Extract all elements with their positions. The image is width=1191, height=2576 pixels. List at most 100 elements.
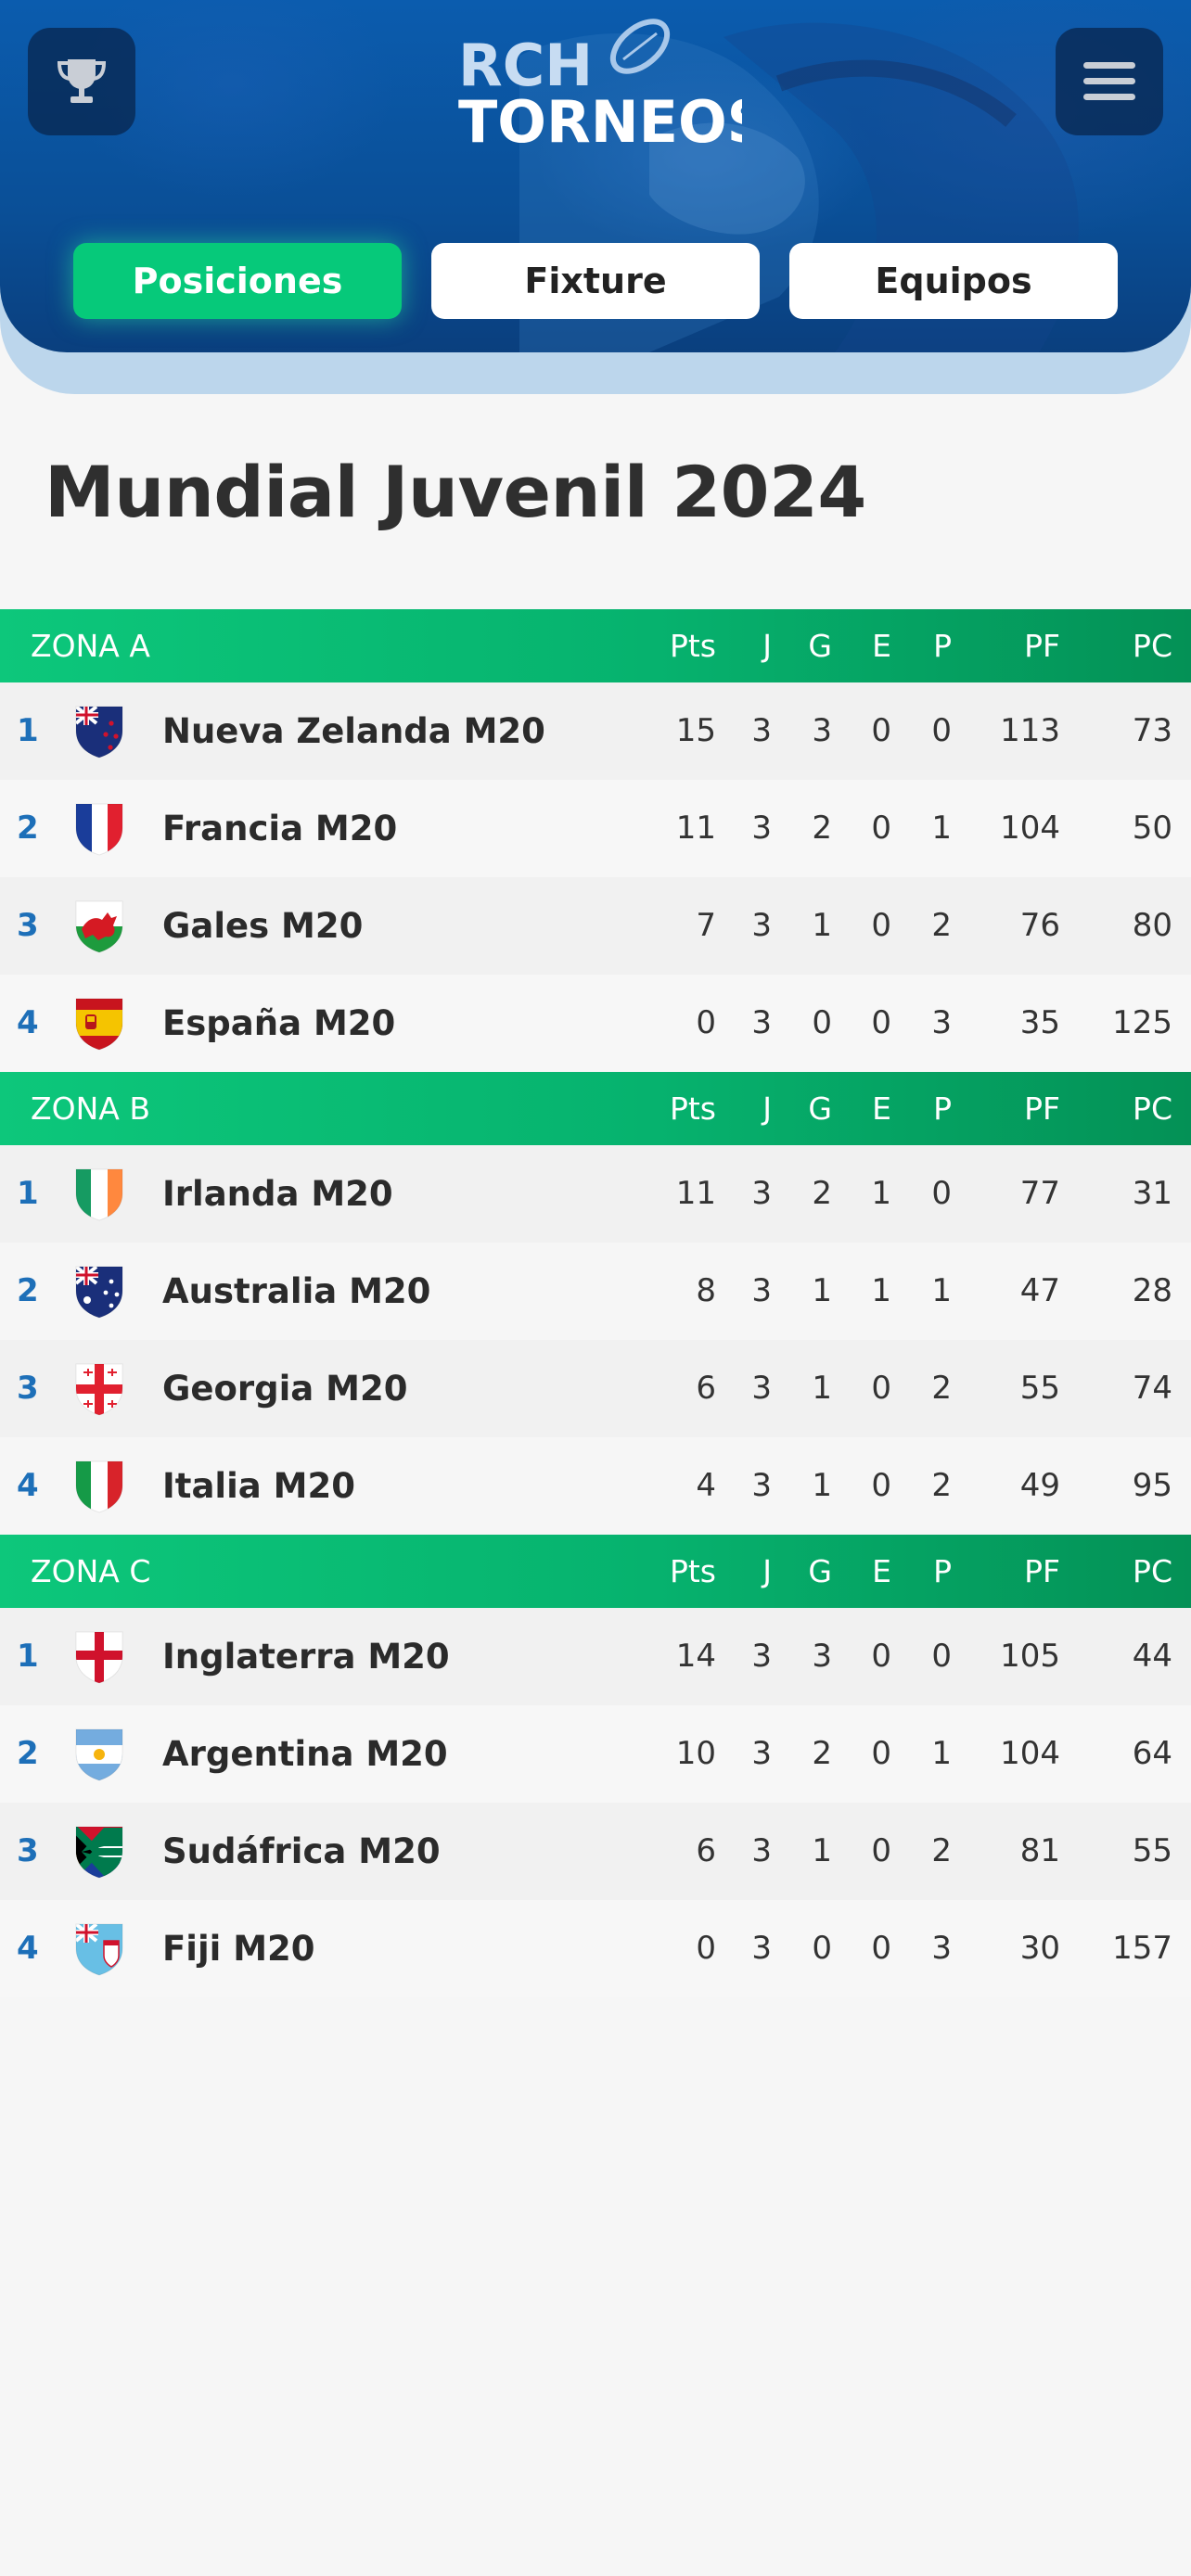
team-name[interactable]: Sudáfrica M20 <box>162 1803 441 1900</box>
stat-p: 3 <box>931 1930 952 1967</box>
stat-j: 3 <box>751 1638 772 1675</box>
stat-pf: 105 <box>1000 1638 1060 1675</box>
header-banner: RCH TORNEOS Posiciones Fixture Equipos <box>0 0 1191 352</box>
stat-g: 3 <box>812 1638 832 1675</box>
column-header-g: G <box>808 1553 832 1589</box>
stat-pc: 64 <box>1132 1735 1172 1772</box>
standings-row[interactable]: 4 Fiji M20 0 3 0 0 3 30 157 <box>0 1900 1191 1997</box>
standings-row[interactable]: 1 Irlanda M20 11 3 2 1 0 77 31 <box>0 1145 1191 1243</box>
stat-pts: 11 <box>675 810 716 847</box>
spain-flag-icon <box>72 995 126 1051</box>
stat-e: 0 <box>871 1467 891 1504</box>
column-header-e: E <box>872 1553 891 1589</box>
standings-row[interactable]: 2 Argentina M20 10 3 2 0 1 104 64 <box>0 1705 1191 1803</box>
standings-row[interactable]: 2 Francia M20 11 3 2 0 1 104 50 <box>0 780 1191 877</box>
zone-header: ZONA A Pts J G E P PF PC <box>0 609 1191 682</box>
stat-pf: 76 <box>1019 907 1060 944</box>
stat-pc: 73 <box>1132 712 1172 749</box>
team-name[interactable]: Australia M20 <box>162 1243 430 1340</box>
stat-j: 3 <box>751 810 772 847</box>
trophy-button[interactable] <box>28 28 135 135</box>
team-name[interactable]: Gales M20 <box>162 877 363 975</box>
column-header-pts: Pts <box>669 628 716 664</box>
stat-pf: 47 <box>1019 1272 1060 1309</box>
stat-pf: 35 <box>1019 1004 1060 1041</box>
stat-j: 3 <box>751 1175 772 1212</box>
rch-torneos-logo[interactable]: RCH TORNEOS <box>455 9 768 158</box>
position-number: 2 <box>17 1272 39 1309</box>
team-name[interactable]: Georgia M20 <box>162 1340 407 1437</box>
stat-j: 3 <box>751 907 772 944</box>
england-flag-icon <box>72 1628 126 1684</box>
stat-e: 0 <box>871 712 891 749</box>
stat-g: 1 <box>812 1832 832 1869</box>
column-header-pf: PF <box>1024 1553 1060 1589</box>
stat-pf: 104 <box>1000 1735 1060 1772</box>
team-name[interactable]: Francia M20 <box>162 780 397 877</box>
column-header-p: P <box>933 1090 952 1127</box>
georgia-flag-icon <box>72 1360 126 1416</box>
column-header-p: P <box>933 628 952 664</box>
tab-equipos[interactable]: Equipos <box>789 243 1118 319</box>
zone-title: ZONA C <box>31 1553 151 1589</box>
standings-row[interactable]: 3 Sudáfrica M20 6 3 1 0 2 81 55 <box>0 1803 1191 1900</box>
stat-p: 0 <box>931 1175 952 1212</box>
column-header-e: E <box>872 1090 891 1127</box>
menu-button[interactable] <box>1056 28 1163 135</box>
stat-pc: 157 <box>1112 1930 1172 1967</box>
team-name[interactable]: Fiji M20 <box>162 1900 315 1997</box>
tab-fixture[interactable]: Fixture <box>431 243 760 319</box>
position-number: 1 <box>17 712 39 749</box>
stat-j: 3 <box>751 1735 772 1772</box>
team-name[interactable]: Irlanda M20 <box>162 1145 393 1243</box>
column-header-pc: PC <box>1133 628 1172 664</box>
zone-header: ZONA B Pts J G E P PF PC <box>0 1072 1191 1145</box>
app-header: RCH TORNEOS Posiciones Fixture Equipos <box>0 0 1191 399</box>
standings-row[interactable]: 1 Nueva Zelanda M20 15 3 3 0 0 113 73 <box>0 682 1191 780</box>
stat-p: 2 <box>931 1370 952 1407</box>
stat-pts: 10 <box>675 1735 716 1772</box>
team-name[interactable]: Inglaterra M20 <box>162 1608 450 1705</box>
stat-pts: 0 <box>696 1930 716 1967</box>
stat-pts: 0 <box>696 1004 716 1041</box>
position-number: 2 <box>17 810 39 847</box>
stat-pf: 81 <box>1019 1832 1060 1869</box>
stat-pts: 14 <box>675 1638 716 1675</box>
stat-pc: 80 <box>1132 907 1172 944</box>
standings-row[interactable]: 2 Australia M20 8 3 1 1 1 47 28 <box>0 1243 1191 1340</box>
south-africa-flag-icon <box>72 1823 126 1879</box>
position-number: 3 <box>17 1370 39 1407</box>
standings-row[interactable]: 4 Italia M20 4 3 1 0 2 49 95 <box>0 1437 1191 1535</box>
position-number: 4 <box>17 1467 39 1504</box>
stat-pts: 6 <box>696 1370 716 1407</box>
tab-posiciones[interactable]: Posiciones <box>73 243 402 319</box>
team-name[interactable]: España M20 <box>162 975 395 1072</box>
stat-pts: 7 <box>696 907 716 944</box>
stat-pts: 11 <box>675 1175 716 1212</box>
team-name[interactable]: Italia M20 <box>162 1437 355 1535</box>
stat-p: 1 <box>931 1272 952 1309</box>
stat-g: 3 <box>812 712 832 749</box>
team-name[interactable]: Nueva Zelanda M20 <box>162 682 545 780</box>
stat-pc: 55 <box>1132 1832 1172 1869</box>
standings-row[interactable]: 4 España M20 0 3 0 0 3 35 125 <box>0 975 1191 1072</box>
stat-e: 0 <box>871 907 891 944</box>
stat-pts: 15 <box>675 712 716 749</box>
standings-row[interactable]: 3 Georgia M20 6 3 1 0 2 55 74 <box>0 1340 1191 1437</box>
standings-tables: ZONA A Pts J G E P PF PC 1 Nueva Zelanda M20 15 3 3 0… <box>0 609 1191 1997</box>
stat-p: 0 <box>931 1638 952 1675</box>
standings-row[interactable]: 1 Inglaterra M20 14 3 3 0 0 105 44 <box>0 1608 1191 1705</box>
stat-e: 0 <box>871 1930 891 1967</box>
standings-row[interactable]: 3 Gales M20 7 3 1 0 2 76 80 <box>0 877 1191 975</box>
stat-pc: 28 <box>1132 1272 1172 1309</box>
wales-flag-icon <box>72 898 126 953</box>
team-name[interactable]: Argentina M20 <box>162 1705 448 1803</box>
stat-p: 3 <box>931 1004 952 1041</box>
position-number: 3 <box>17 907 39 944</box>
stat-g: 0 <box>812 1930 832 1967</box>
stat-e: 1 <box>871 1175 891 1212</box>
stat-g: 0 <box>812 1004 832 1041</box>
stat-g: 1 <box>812 1272 832 1309</box>
hamburger-menu-icon <box>1083 62 1135 100</box>
stat-g: 1 <box>812 1467 832 1504</box>
